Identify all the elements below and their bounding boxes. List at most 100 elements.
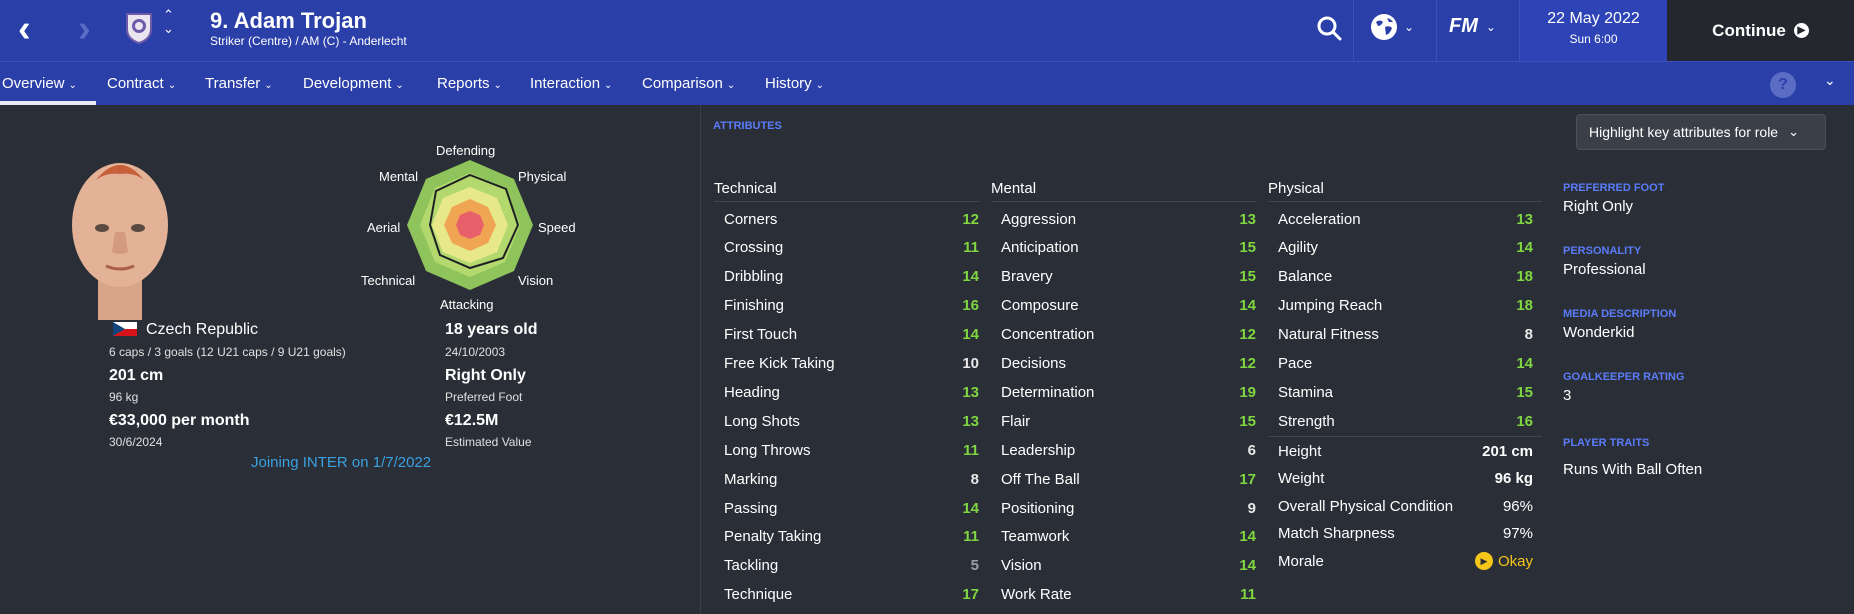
attribute-row[interactable]: Decisions 12 — [1001, 350, 1256, 378]
attribute-row[interactable]: Flair 15 — [1001, 407, 1256, 435]
condition-name: Height — [1278, 442, 1322, 460]
attribute-name: Acceleration — [1278, 210, 1361, 228]
tab-overview[interactable]: Overview ⌄ — [2, 75, 77, 92]
radar-label-attacking: Attacking — [440, 297, 494, 312]
mental-header: Mental — [991, 180, 1037, 197]
attribute-name: Jumping Reach — [1278, 297, 1383, 315]
attribute-row[interactable]: Vision 14 — [1001, 552, 1256, 580]
fm-menu-button[interactable]: FM ⌄ — [1449, 15, 1496, 38]
current-date: 22 May 2022 — [1547, 10, 1640, 27]
preferred-foot-info: Right Only — [1563, 198, 1634, 215]
tab-contract[interactable]: Contract ⌄ — [107, 75, 176, 92]
attribute-row[interactable]: Balance 18 — [1278, 263, 1533, 291]
attribute-value: 15 — [1239, 412, 1256, 430]
divider — [1268, 436, 1542, 437]
physical-header: Physical — [1268, 180, 1324, 197]
chevron-down-icon[interactable]: ⌄ — [1824, 72, 1836, 89]
radar-label-physical: Physical — [518, 169, 567, 184]
tab-transfer[interactable]: Transfer ⌄ — [205, 75, 273, 92]
attribute-row[interactable]: Finishing 16 — [724, 292, 979, 320]
attribute-row[interactable]: Free Kick Taking 10 — [724, 350, 979, 378]
forward-arrow-icon[interactable]: › — [78, 9, 91, 49]
player-weight: 96 kg — [109, 390, 139, 404]
attribute-row[interactable]: Determination 19 — [1001, 378, 1256, 406]
help-icon[interactable]: ? — [1770, 72, 1796, 98]
tab-reports[interactable]: Reports ⌄ — [437, 75, 502, 92]
attribute-row[interactable]: Teamwork 14 — [1001, 523, 1256, 551]
attribute-row[interactable]: Tackling 5 — [724, 552, 979, 580]
personality-value: Professional — [1563, 261, 1646, 278]
czech-flag-icon — [113, 322, 137, 336]
attribute-row[interactable]: Agility 14 — [1278, 234, 1533, 262]
highlight-attributes-dropdown[interactable]: Highlight key attributes for role ⌄ — [1576, 114, 1826, 150]
attribute-row[interactable]: First Touch 14 — [724, 321, 979, 349]
tab-history[interactable]: History ⌄ — [765, 75, 824, 92]
world-menu-button[interactable]: ⌄ — [1370, 13, 1414, 41]
attribute-row[interactable]: Aggression 13 — [1001, 205, 1256, 233]
continue-button[interactable]: Continue ▶ — [1667, 0, 1854, 61]
attribute-row[interactable]: Long Shots 13 — [724, 407, 979, 435]
tab-development[interactable]: Development ⌄ — [303, 75, 404, 92]
attribute-row[interactable]: Penalty Taking 11 — [724, 523, 979, 551]
attribute-row[interactable]: Natural Fitness 8 — [1278, 321, 1533, 349]
attribute-row[interactable]: Stamina 15 — [1278, 378, 1533, 406]
attribute-row[interactable]: Work Rate 11 — [1001, 581, 1256, 609]
tab-comparison[interactable]: Comparison ⌄ — [642, 75, 735, 92]
attribute-row[interactable]: Acceleration 13 — [1278, 205, 1533, 233]
condition-value: 97% — [1502, 525, 1533, 542]
attribute-row[interactable]: Pace 14 — [1278, 350, 1533, 378]
attribute-row[interactable]: Marking 8 — [724, 465, 979, 493]
tab-interaction[interactable]: Interaction ⌄ — [530, 75, 612, 92]
attribute-row[interactable]: Passing 14 — [724, 494, 979, 522]
preferred-foot-label: Preferred Foot — [445, 390, 523, 404]
play-arrow-icon: ▶ — [1793, 23, 1809, 38]
attribute-value: 14 — [1516, 355, 1533, 372]
international-caps: 6 caps / 3 goals (12 U21 caps / 9 U21 go… — [109, 345, 346, 359]
attribute-value: 14 — [962, 326, 979, 344]
personality-section-label: PERSONALITY — [1563, 245, 1642, 257]
attribute-row[interactable]: Crossing 11 — [724, 234, 979, 262]
attribute-value: 14 — [1239, 557, 1256, 575]
attribute-row[interactable]: Long Throws 11 — [724, 436, 979, 464]
attribute-row[interactable]: Technique 17 — [724, 581, 979, 609]
attribute-value: 5 — [970, 557, 979, 575]
attribute-row[interactable]: Corners 12 — [724, 205, 979, 233]
date-display[interactable]: 22 May 2022 Sun 6:00 — [1519, 0, 1667, 61]
attribute-row[interactable]: Off The Ball 17 — [1001, 465, 1256, 493]
estimated-value-label: Estimated Value — [445, 435, 532, 449]
attribute-row[interactable]: Dribbling 14 — [724, 263, 979, 291]
attribute-name: Corners — [724, 210, 778, 228]
preferred-foot-value: Right Only — [445, 367, 526, 384]
media-description-section-label: MEDIA DESCRIPTION — [1563, 308, 1677, 320]
attribute-name: Flair — [1001, 412, 1031, 430]
attribute-value: 11 — [963, 441, 979, 459]
nationality[interactable]: Czech Republic — [146, 321, 258, 339]
attribute-name: Long Throws — [724, 441, 811, 459]
back-arrow-icon[interactable]: ‹ — [18, 9, 31, 49]
attribute-value: 14 — [1239, 297, 1256, 315]
club-badge-icon[interactable] — [122, 11, 156, 45]
estimated-value: €12.5M — [445, 412, 499, 429]
attribute-name: Penalty Taking — [724, 528, 822, 546]
attribute-name: Leadership — [1001, 441, 1076, 459]
attribute-row[interactable]: Positioning 9 — [1001, 494, 1256, 522]
attribute-value: 11 — [963, 528, 979, 546]
attribute-name: First Touch — [724, 326, 798, 344]
condition-row: Match Sharpness 97% — [1278, 520, 1533, 548]
active-tab-indicator — [0, 101, 96, 105]
player-switch-icon[interactable]: ⌃ ⌄ — [163, 8, 174, 36]
attribute-row[interactable]: Anticipation 15 — [1001, 234, 1256, 262]
attribute-row[interactable]: Bravery 15 — [1001, 263, 1256, 291]
condition-value: 96 kg — [1494, 470, 1533, 487]
attribute-row[interactable]: Strength 16 — [1278, 407, 1533, 435]
attributes-section-label: ATTRIBUTES — [713, 120, 782, 132]
attribute-value: 9 — [1247, 499, 1256, 517]
search-icon[interactable] — [1316, 15, 1342, 46]
attribute-row[interactable]: Concentration 12 — [1001, 321, 1256, 349]
joining-club-link[interactable]: Joining INTER on 1/7/2022 — [251, 454, 431, 471]
attribute-row[interactable]: Heading 13 — [724, 378, 979, 406]
attribute-row[interactable]: Jumping Reach 18 — [1278, 292, 1533, 320]
morale-icon: ▶ — [1474, 552, 1493, 570]
attribute-row[interactable]: Leadership 6 — [1001, 436, 1256, 464]
attribute-row[interactable]: Composure 14 — [1001, 292, 1256, 320]
